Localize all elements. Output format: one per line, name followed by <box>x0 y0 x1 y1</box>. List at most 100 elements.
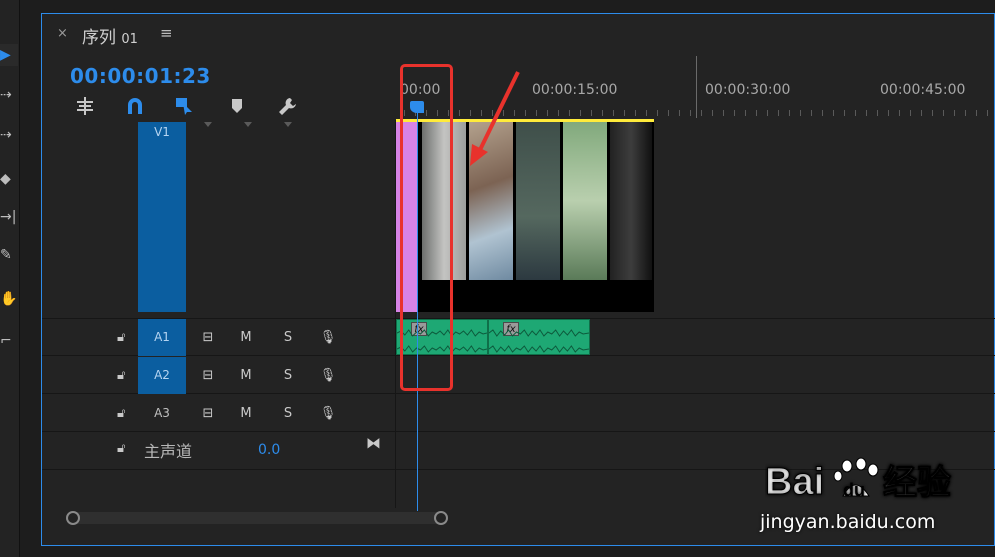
ruler-major-tick <box>696 56 697 118</box>
lock-icon[interactable]: 🔓︎ <box>117 330 125 345</box>
ruler-minor-tick <box>569 110 570 116</box>
track-target-a3[interactable]: A3 <box>138 395 186 432</box>
type-tool-icon[interactable]: ⌐ <box>0 330 18 352</box>
ripple-edit-icon[interactable]: ◆ <box>0 168 18 190</box>
hand-icon[interactable]: ✋ <box>0 288 18 310</box>
ruler-minor-tick <box>932 110 933 116</box>
timeline-zoom-scrollbar[interactable] <box>66 511 448 525</box>
nest-sequence-icon[interactable] <box>72 96 98 120</box>
ruler-minor-tick <box>712 110 713 116</box>
track-collapse-icon[interactable] <box>204 122 212 127</box>
ruler-minor-tick <box>624 110 625 116</box>
ruler-minor-tick <box>668 110 669 116</box>
ruler-minor-tick <box>954 110 955 116</box>
ruler-minor-tick <box>822 110 823 116</box>
track-name-v1: V1 <box>154 125 170 139</box>
audio-waveform <box>489 329 589 337</box>
ruler-minor-tick <box>866 110 867 116</box>
ruler-minor-tick <box>734 110 735 116</box>
selection-tool-icon[interactable]: ▶ <box>0 44 18 66</box>
ruler-minor-tick <box>536 110 537 116</box>
ruler-minor-tick <box>844 110 845 116</box>
solo-button[interactable]: S <box>276 395 300 432</box>
track-collapse-icon[interactable] <box>284 122 292 127</box>
svg-text:Bai: Bai <box>765 461 824 503</box>
ruler-minor-tick <box>877 110 878 116</box>
add-marker-icon[interactable] <box>224 96 250 120</box>
scrollbar-right-handle[interactable] <box>434 511 448 525</box>
track-target-v1[interactable]: V1 <box>138 122 186 312</box>
mute-button[interactable]: M <box>234 395 258 432</box>
playhead-timecode[interactable]: 00:00:01:23 <box>70 64 211 88</box>
ruler-minor-tick <box>811 110 812 116</box>
track-target-a1[interactable]: A1 <box>138 319 186 356</box>
ruler-minor-tick <box>723 110 724 116</box>
svg-text:du: du <box>843 480 865 500</box>
audio-clip[interactable]: fx <box>488 319 590 355</box>
ruler-minor-tick <box>899 110 900 116</box>
voiceover-mic-icon[interactable]: 🎙︎ <box>316 357 340 394</box>
ruler-minor-tick <box>745 110 746 116</box>
ruler-minor-tick <box>888 110 889 116</box>
ruler-minor-tick <box>855 110 856 116</box>
rate-stretch-icon[interactable]: →| <box>0 206 18 228</box>
ruler-minor-tick <box>943 110 944 116</box>
snap-magnet-icon[interactable] <box>122 96 148 120</box>
close-tab-icon[interactable]: × <box>57 26 68 41</box>
ruler-minor-tick <box>580 110 581 116</box>
ruler-minor-tick <box>679 110 680 116</box>
annotation-highlight-box <box>400 64 453 391</box>
baidu-jingyan-logo: Bai du 经验 <box>765 456 975 514</box>
track-select-forward-icon[interactable]: ⇢ <box>0 84 18 106</box>
ruler-label: 00:00:30:00 <box>705 82 791 98</box>
voiceover-mic-icon[interactable]: 🎙︎ <box>316 319 340 356</box>
ruler-minor-tick <box>690 110 691 116</box>
mixer-bowtie-icon[interactable]: ⧓ <box>366 434 381 452</box>
scrollbar-left-handle[interactable] <box>66 511 80 525</box>
ruler-minor-tick <box>910 110 911 116</box>
ruler-minor-tick <box>635 110 636 116</box>
track-header-a1: 🔓︎ A1 ⊟ M S 🎙︎ <box>42 319 396 357</box>
lock-icon[interactable]: 🔓︎ <box>117 368 125 383</box>
master-track-label: 主声道 <box>144 442 193 461</box>
sync-lock-icon[interactable]: ⊟ <box>194 319 222 356</box>
svg-text:经验: 经验 <box>883 463 951 503</box>
track-target-a2[interactable]: A2 <box>138 357 186 394</box>
ruler-minor-tick <box>987 110 988 116</box>
linked-selection-icon[interactable] <box>172 96 198 120</box>
ruler-minor-tick <box>756 110 757 116</box>
ruler-minor-tick <box>976 110 977 116</box>
lock-icon[interactable]: 🔓︎ <box>117 441 125 456</box>
ruler-minor-tick <box>833 110 834 116</box>
timeline-settings-wrench-icon[interactable] <box>274 96 300 120</box>
voiceover-mic-icon[interactable]: 🎙︎ <box>316 395 340 432</box>
watermark-url: jingyan.baidu.com <box>760 511 936 533</box>
annotation-arrow <box>470 71 520 166</box>
panel-menu-icon[interactable]: ≡ <box>160 24 173 42</box>
sync-lock-icon[interactable]: ⊟ <box>194 357 222 394</box>
razor-icon[interactable]: ✎ <box>0 244 18 266</box>
track-collapse-icon[interactable] <box>244 122 252 127</box>
solo-button[interactable]: S <box>276 319 300 356</box>
track-header-a2: 🔓︎ A2 ⊟ M S 🎙︎ <box>42 357 396 395</box>
sequence-tab[interactable]: 序列 01 <box>82 23 138 48</box>
master-volume-value[interactable]: 0.0 <box>258 442 280 458</box>
ruler-minor-tick <box>921 110 922 116</box>
video-thumbnail <box>563 122 609 280</box>
tools-panel: ▶ ⇢ ⇢ ◆ →| ✎ ✋ ⌐ <box>0 0 20 557</box>
ruler-label: 00:00:15:00 <box>532 82 618 98</box>
sequence-tab-number: 01 <box>121 32 138 47</box>
ruler-minor-tick <box>657 110 658 116</box>
mute-button[interactable]: M <box>234 319 258 356</box>
ruler-minor-tick <box>547 110 548 116</box>
timeline-tab-bar: × 序列 01 ≡ <box>42 14 994 54</box>
mute-button[interactable]: M <box>234 357 258 394</box>
video-thumbnail <box>610 122 654 280</box>
ruler-minor-tick <box>591 110 592 116</box>
track-select-backward-icon[interactable]: ⇢ <box>0 124 18 146</box>
lock-icon[interactable]: 🔓︎ <box>117 406 125 421</box>
audio-waveform <box>489 345 589 353</box>
ruler-minor-tick <box>602 110 603 116</box>
sync-lock-icon[interactable]: ⊟ <box>194 395 222 432</box>
solo-button[interactable]: S <box>276 357 300 394</box>
